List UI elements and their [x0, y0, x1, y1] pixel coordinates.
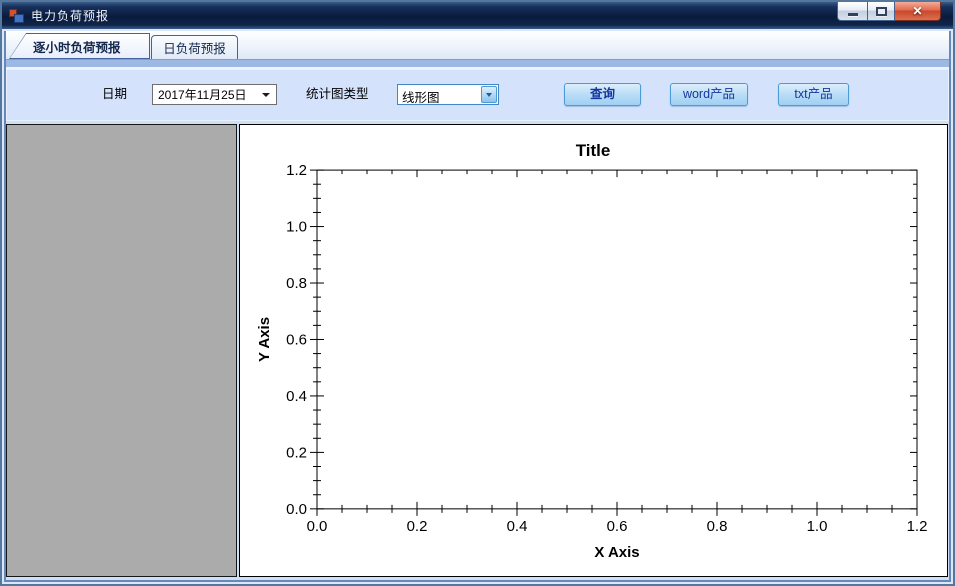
window-frame: 逐小时负荷预报 日负荷预报 日期 2017年11月25日 统计图类型 线形图 查… — [2, 29, 953, 584]
svg-text:1.0: 1.0 — [286, 219, 307, 236]
chart-panel: 0.0 0.2 0.4 0.6 0.8 1.0 1.2 0.0 0.2 0.4 0.6 0.8 1.0 1… — [239, 124, 948, 577]
maximize-button[interactable] — [867, 2, 895, 21]
svg-text:0.6: 0.6 — [286, 331, 307, 348]
chart-type-combobox[interactable]: 线形图 — [397, 84, 499, 105]
chart-type-value: 线形图 — [402, 91, 440, 105]
svg-text:Title: Title — [576, 141, 611, 160]
svg-text:0.2: 0.2 — [286, 444, 307, 461]
app-icon-square-blue — [14, 13, 24, 23]
chevron-down-icon — [486, 92, 492, 97]
svg-text:1.2: 1.2 — [286, 162, 307, 179]
tab-hourly-forecast-label: 逐小时负荷预报 — [33, 40, 121, 55]
word-export-button[interactable]: word产品 — [670, 83, 748, 106]
minimize-button[interactable] — [837, 2, 867, 21]
svg-text:1.2: 1.2 — [907, 518, 928, 535]
empty-line-chart: 0.0 0.2 0.4 0.6 0.8 1.0 1.2 0.0 0.2 0.4 0.6 0.8 1.0 1… — [256, 141, 928, 561]
tab-daily-forecast-label: 日负荷预报 — [163, 42, 226, 56]
app-icon[interactable] — [9, 8, 25, 24]
chart-type-dropdown-button[interactable] — [481, 86, 497, 103]
tab-hourly-forecast[interactable]: 逐小时负荷预报 — [9, 33, 150, 59]
toolbar: 日期 2017年11月25日 统计图类型 线形图 查询 word产品 txt产品 — [6, 69, 949, 121]
close-icon: ✕ — [912, 4, 923, 18]
svg-text:0.8: 0.8 — [707, 518, 728, 535]
svg-text:0.6: 0.6 — [607, 518, 628, 535]
date-picker-dropdown-icon — [262, 92, 270, 97]
minimize-icon — [847, 12, 858, 16]
window-controls: ✕ — [837, 2, 941, 21]
left-empty-panel — [6, 124, 237, 577]
close-button[interactable]: ✕ — [895, 2, 941, 21]
txt-export-button[interactable]: txt产品 — [778, 83, 849, 106]
svg-text:0.8: 0.8 — [286, 275, 307, 292]
svg-text:1.0: 1.0 — [807, 518, 828, 535]
svg-text:0.0: 0.0 — [286, 501, 307, 518]
date-picker[interactable]: 2017年11月25日 — [152, 84, 277, 105]
chart-type-label: 统计图类型 — [306, 87, 369, 101]
svg-text:0.4: 0.4 — [507, 518, 528, 535]
maximize-icon — [875, 6, 887, 16]
query-button[interactable]: 查询 — [564, 83, 641, 106]
main-area: 0.0 0.2 0.4 0.6 0.8 1.0 1.2 0.0 0.2 0.4 0.6 0.8 1.0 1… — [6, 121, 949, 580]
window-title: 电力负荷预报 — [31, 9, 110, 23]
svg-text:X Axis: X Axis — [594, 544, 639, 561]
window-content: 逐小时负荷预报 日负荷预报 日期 2017年11月25日 统计图类型 线形图 查… — [6, 31, 949, 580]
svg-text:0.0: 0.0 — [307, 518, 328, 535]
titlebar[interactable]: 电力负荷预报 ✕ — [2, 2, 953, 29]
svg-text:Y Axis: Y Axis — [256, 317, 273, 362]
date-label: 日期 — [102, 87, 128, 101]
date-picker-value: 2017年11月25日 — [158, 88, 247, 102]
svg-text:0.4: 0.4 — [286, 388, 307, 405]
tab-strip: 逐小时负荷预报 日负荷预报 — [6, 31, 949, 59]
tab-daily-forecast[interactable]: 日负荷预报 — [151, 35, 238, 59]
accent-strip — [6, 59, 949, 67]
app-window: 电力负荷预报 ✕ 逐小时负荷预报 日负荷预报 日期 2017年11月25日 统计… — [0, 0, 955, 586]
svg-text:0.2: 0.2 — [407, 518, 428, 535]
